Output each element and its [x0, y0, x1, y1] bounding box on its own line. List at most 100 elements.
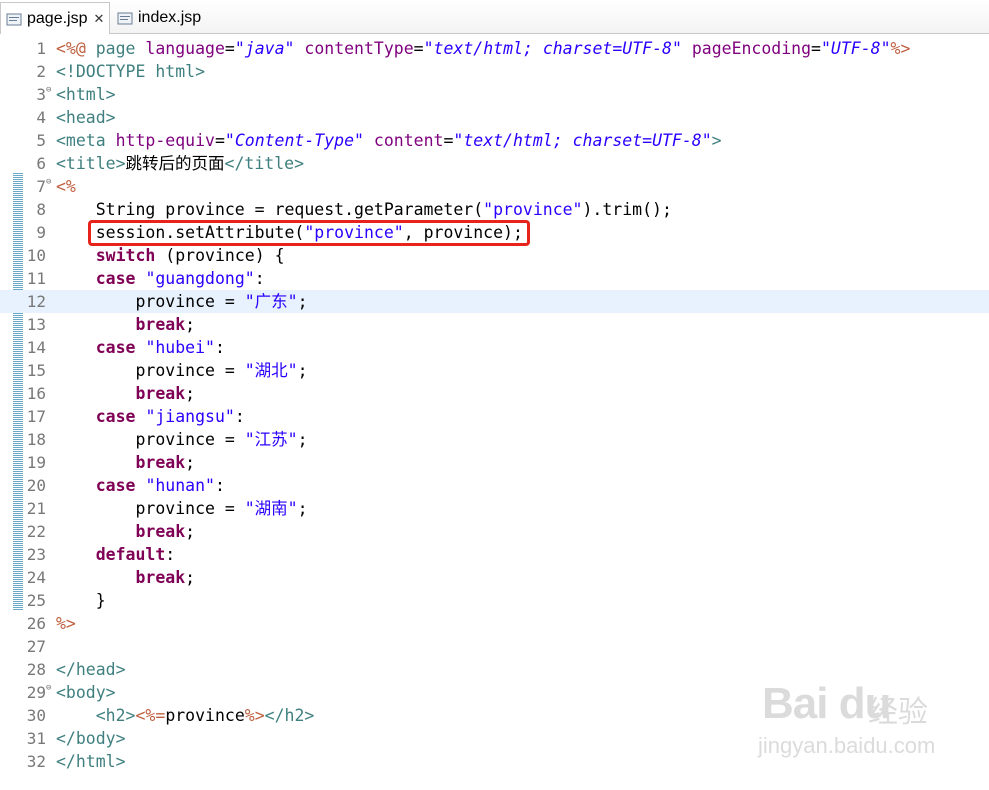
- line-number: 17: [26, 407, 46, 426]
- code-line[interactable]: 21 province = "湖南";: [0, 497, 989, 520]
- code-line[interactable]: 24 break;: [0, 566, 989, 589]
- code-token: "hubei": [145, 338, 215, 357]
- code-token: =: [413, 39, 424, 58]
- code-line[interactable]: 8 String province = request.getParameter…: [0, 198, 989, 221]
- annotation-highlight-box: [88, 220, 530, 246]
- line-number: 14: [26, 338, 46, 357]
- code-line[interactable]: 19 break;: [0, 451, 989, 474]
- code-line[interactable]: 3 ⊖ <html>: [0, 83, 989, 106]
- line-number: 8: [36, 200, 46, 219]
- code-token: <meta: [56, 131, 116, 150]
- line-number: 12: [26, 292, 46, 311]
- code-text: break;: [56, 520, 195, 543]
- code-line[interactable]: 12 province = "广东";: [0, 290, 989, 313]
- code-text: <body>: [56, 681, 116, 704]
- code-token: break: [135, 453, 186, 472]
- line-number: 23: [26, 545, 46, 564]
- code-text: <%: [56, 175, 76, 198]
- code-token: =: [443, 131, 454, 150]
- code-text: String province = request.getParameter("…: [56, 198, 672, 221]
- code-line[interactable]: 26 %>: [0, 612, 989, 635]
- code-token: "江苏": [244, 430, 298, 449]
- code-token: ;: [297, 292, 308, 311]
- code-token: <%: [56, 177, 76, 196]
- code-token: %>: [890, 39, 911, 58]
- code-token: </head>: [56, 660, 126, 679]
- code-token: province: [165, 706, 245, 725]
- code-text: <title>跳转后的页面</title>: [56, 152, 304, 175]
- code-line[interactable]: 5 <meta http-equiv="Content-Type" content…: [0, 129, 989, 152]
- code-line[interactable]: 23 default:: [0, 543, 989, 566]
- code-token: pageEncoding: [691, 39, 812, 58]
- code-token: "text/html; charset=UTF-8": [453, 131, 712, 150]
- code-token: <html>: [56, 85, 116, 104]
- code-text: }: [56, 589, 106, 612]
- code-text: </html>: [56, 750, 126, 773]
- line-number: 20: [26, 476, 46, 495]
- code-line[interactable]: 10 switch (province) {: [0, 244, 989, 267]
- line-number: 24: [26, 568, 46, 587]
- code-token: ;: [185, 453, 196, 472]
- code-token: ;: [185, 522, 196, 541]
- code-line[interactable]: 18 province = "江苏";: [0, 428, 989, 451]
- code-text: <html>: [56, 83, 116, 106]
- line-number: 32: [26, 752, 46, 771]
- code-token: ;: [185, 568, 196, 587]
- code-token: case: [95, 269, 136, 288]
- code-line[interactable]: 22 break;: [0, 520, 989, 543]
- code-line[interactable]: 2 <!DOCTYPE html>: [0, 60, 989, 83]
- watermark-cn: 经验: [868, 695, 928, 730]
- line-number: 10: [26, 246, 46, 265]
- code-token: (province) {: [155, 246, 285, 265]
- code-line[interactable]: 4 <head>: [0, 106, 989, 129]
- tab-index-jsp[interactable]: index.jsp: [115, 2, 215, 34]
- code-line[interactable]: 20 case "hunan":: [0, 474, 989, 497]
- code-token: language: [145, 39, 225, 58]
- code-token: "Content-Type": [224, 131, 364, 150]
- code-token: <body>: [56, 683, 116, 702]
- code-token: break: [135, 522, 186, 541]
- tab-page-jsp[interactable]: page.jsp ✕: [0, 2, 110, 34]
- code-token: "hunan": [145, 476, 215, 495]
- code-line[interactable]: 16 break;: [0, 382, 989, 405]
- code-token: province =: [56, 430, 245, 449]
- code-line[interactable]: 14 case "hubei":: [0, 336, 989, 359]
- code-line[interactable]: 1 <%@ page language="java" contentType="t…: [0, 37, 989, 60]
- fold-toggle-icon[interactable]: ⊖: [46, 85, 51, 95]
- code-line[interactable]: 15 province = "湖北";: [0, 359, 989, 382]
- code-line[interactable]: 25 }: [0, 589, 989, 612]
- code-line[interactable]: 17 case "jiangsu":: [0, 405, 989, 428]
- code-token: :: [214, 476, 225, 495]
- fold-toggle-icon[interactable]: ⊖: [46, 177, 51, 187]
- line-number: 29: [26, 683, 46, 702]
- line-number: 13: [26, 315, 46, 334]
- code-line[interactable]: 6 <title>跳转后的页面</title>: [0, 152, 989, 175]
- code-token: "guangdong": [145, 269, 255, 288]
- fold-toggle-icon[interactable]: ⊖: [46, 683, 51, 693]
- code-token: case: [95, 407, 136, 426]
- close-icon[interactable]: ✕: [94, 11, 105, 27]
- line-number: 22: [26, 522, 46, 541]
- code-token: <!DOCTYPE html>: [56, 62, 206, 81]
- jsp-file-icon: [117, 12, 133, 25]
- line-number: 27: [26, 637, 46, 656]
- code-line[interactable]: 27: [0, 635, 989, 658]
- code-token: <head>: [56, 108, 116, 127]
- code-token: ;: [297, 499, 308, 518]
- code-text: province = "湖北";: [56, 359, 307, 382]
- code-line[interactable]: 7 ⊖ <%: [0, 175, 989, 198]
- code-token: province =: [56, 361, 245, 380]
- code-line[interactable]: 13 break;: [0, 313, 989, 336]
- code-token: <h2>: [95, 706, 136, 725]
- code-token: break: [135, 315, 186, 334]
- code-line[interactable]: 11 case "guangdong":: [0, 267, 989, 290]
- code-text: default:: [56, 543, 175, 566]
- code-token: contentType: [304, 39, 414, 58]
- code-token: </html>: [56, 752, 126, 771]
